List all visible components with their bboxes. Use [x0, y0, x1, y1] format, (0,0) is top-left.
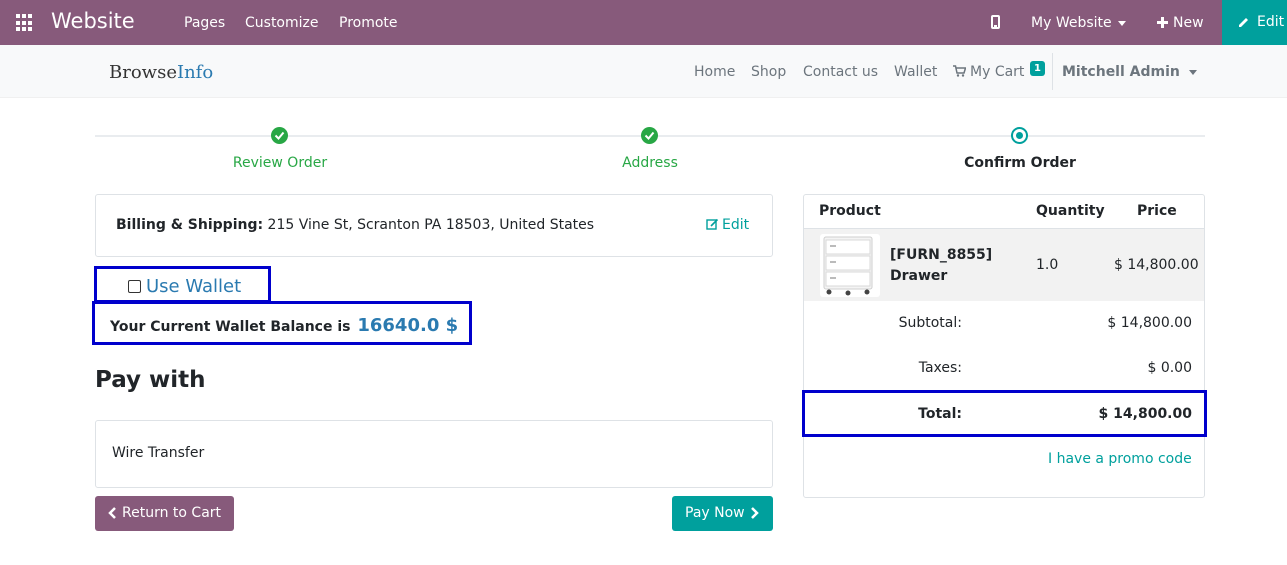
nav-home[interactable]: Home — [694, 64, 735, 80]
col-header-quantity: Quantity — [1036, 203, 1105, 219]
order-line-row: [FURN_8855] Drawer 1.0 $ 14,800.00 — [804, 228, 1204, 301]
step-confirm-order: Confirm Order — [964, 155, 1076, 171]
plus-icon — [1157, 17, 1168, 28]
logo-text-browse: Browse — [109, 62, 177, 83]
billing-label: Billing & Shipping: — [116, 217, 264, 233]
billing-address: 215 Vine St, Scranton PA 18503, United S… — [267, 217, 595, 233]
menu-customize[interactable]: Customize — [245, 15, 319, 31]
pay-now-button[interactable]: Pay Now — [672, 496, 773, 531]
chevron-right-icon — [751, 507, 759, 519]
nav-shop[interactable]: Shop — [751, 64, 786, 80]
chevron-down-icon — [1117, 20, 1126, 26]
app-title: Website — [51, 9, 135, 33]
billing-edit-link[interactable]: Edit — [706, 217, 749, 233]
chevron-left-icon — [108, 507, 116, 519]
website-navbar: BrowseInfo Home Shop Contact us Wallet M… — [0, 45, 1287, 98]
order-line-quantity: 1.0 — [1036, 257, 1059, 273]
cart-count-badge: 1 — [1030, 61, 1045, 76]
pay-with-heading: Pay with — [95, 367, 206, 393]
payment-method-card[interactable]: Wire Transfer — [95, 420, 773, 488]
subtotal-label: Subtotal: — [898, 315, 962, 331]
billing-shipping-card: Billing & Shipping: 215 Vine St, Scranto… — [95, 194, 773, 257]
col-header-price: Price — [1137, 203, 1177, 219]
nav-divider — [1052, 53, 1053, 90]
user-name: Mitchell Admin — [1062, 64, 1180, 80]
step-review-order-check-icon — [271, 127, 288, 144]
wallet-balance-highlight: Your Current Wallet Balance is 16640.0 $ — [92, 301, 472, 345]
logo-text-info: Info — [176, 62, 214, 83]
wallet-balance-text: Your Current Wallet Balance is 16640.0 $ — [110, 315, 458, 336]
return-to-cart-label: Return to Cart — [122, 505, 222, 521]
cart-icon — [953, 65, 966, 77]
col-header-product: Product — [819, 203, 881, 219]
pay-now-label: Pay Now — [685, 505, 745, 521]
payment-method-wire-transfer[interactable]: Wire Transfer — [112, 445, 204, 461]
order-line-price: $ 14,800.00 — [1114, 257, 1199, 273]
pencil-icon — [1239, 18, 1248, 27]
chevron-down-icon — [1188, 69, 1197, 75]
taxes-label: Taxes: — [918, 360, 962, 376]
order-line-product-name: [FURN_8855] Drawer — [890, 247, 993, 284]
step-address[interactable]: Address — [550, 155, 750, 171]
menu-promote[interactable]: Promote — [339, 15, 398, 31]
apps-grid-icon[interactable] — [16, 14, 34, 32]
use-wallet-highlight: Use Wallet — [94, 266, 271, 303]
step-address-check-icon — [641, 127, 658, 144]
admin-topbar: Website Pages Customize Promote My Websi… — [0, 0, 1287, 45]
user-menu[interactable]: Mitchell Admin — [1062, 64, 1197, 80]
return-to-cart-button[interactable]: Return to Cart — [95, 496, 234, 531]
nav-contact-us[interactable]: Contact us — [803, 64, 878, 80]
new-button[interactable]: New — [1157, 15, 1204, 31]
taxes-value: $ 0.00 — [1147, 360, 1192, 376]
billing-edit-label: Edit — [722, 217, 750, 233]
use-wallet-checkbox[interactable] — [128, 280, 141, 293]
wallet-balance-value: 16640.0 $ — [357, 315, 459, 336]
use-wallet-label[interactable]: Use Wallet — [146, 276, 241, 297]
edit-label: Edit — [1257, 14, 1285, 30]
website-selector[interactable]: My Website — [1031, 15, 1126, 31]
cart-label: My Cart — [970, 64, 1025, 80]
edit-button[interactable]: Edit — [1222, 0, 1287, 45]
subtotal-value: $ 14,800.00 — [1107, 315, 1192, 331]
total-highlight — [802, 390, 1207, 437]
wallet-balance-label: Your Current Wallet Balance is — [110, 319, 351, 335]
step-confirm-order-current-icon — [1011, 127, 1028, 144]
menu-pages[interactable]: Pages — [184, 15, 225, 31]
step-review-order[interactable]: Review Order — [180, 155, 380, 171]
site-logo[interactable]: BrowseInfo — [109, 62, 213, 83]
website-selector-label: My Website — [1031, 15, 1112, 31]
nav-wallet[interactable]: Wallet — [894, 64, 937, 80]
billing-address-text: Billing & Shipping: 215 Vine St, Scranto… — [116, 217, 594, 233]
product-image-drawer — [820, 234, 880, 297]
new-label: New — [1173, 15, 1204, 31]
edit-icon — [706, 218, 719, 230]
nav-my-cart[interactable]: My Cart — [953, 64, 1024, 80]
mobile-preview-icon[interactable] — [991, 15, 1000, 29]
promo-code-link[interactable]: I have a promo code — [1048, 451, 1192, 467]
